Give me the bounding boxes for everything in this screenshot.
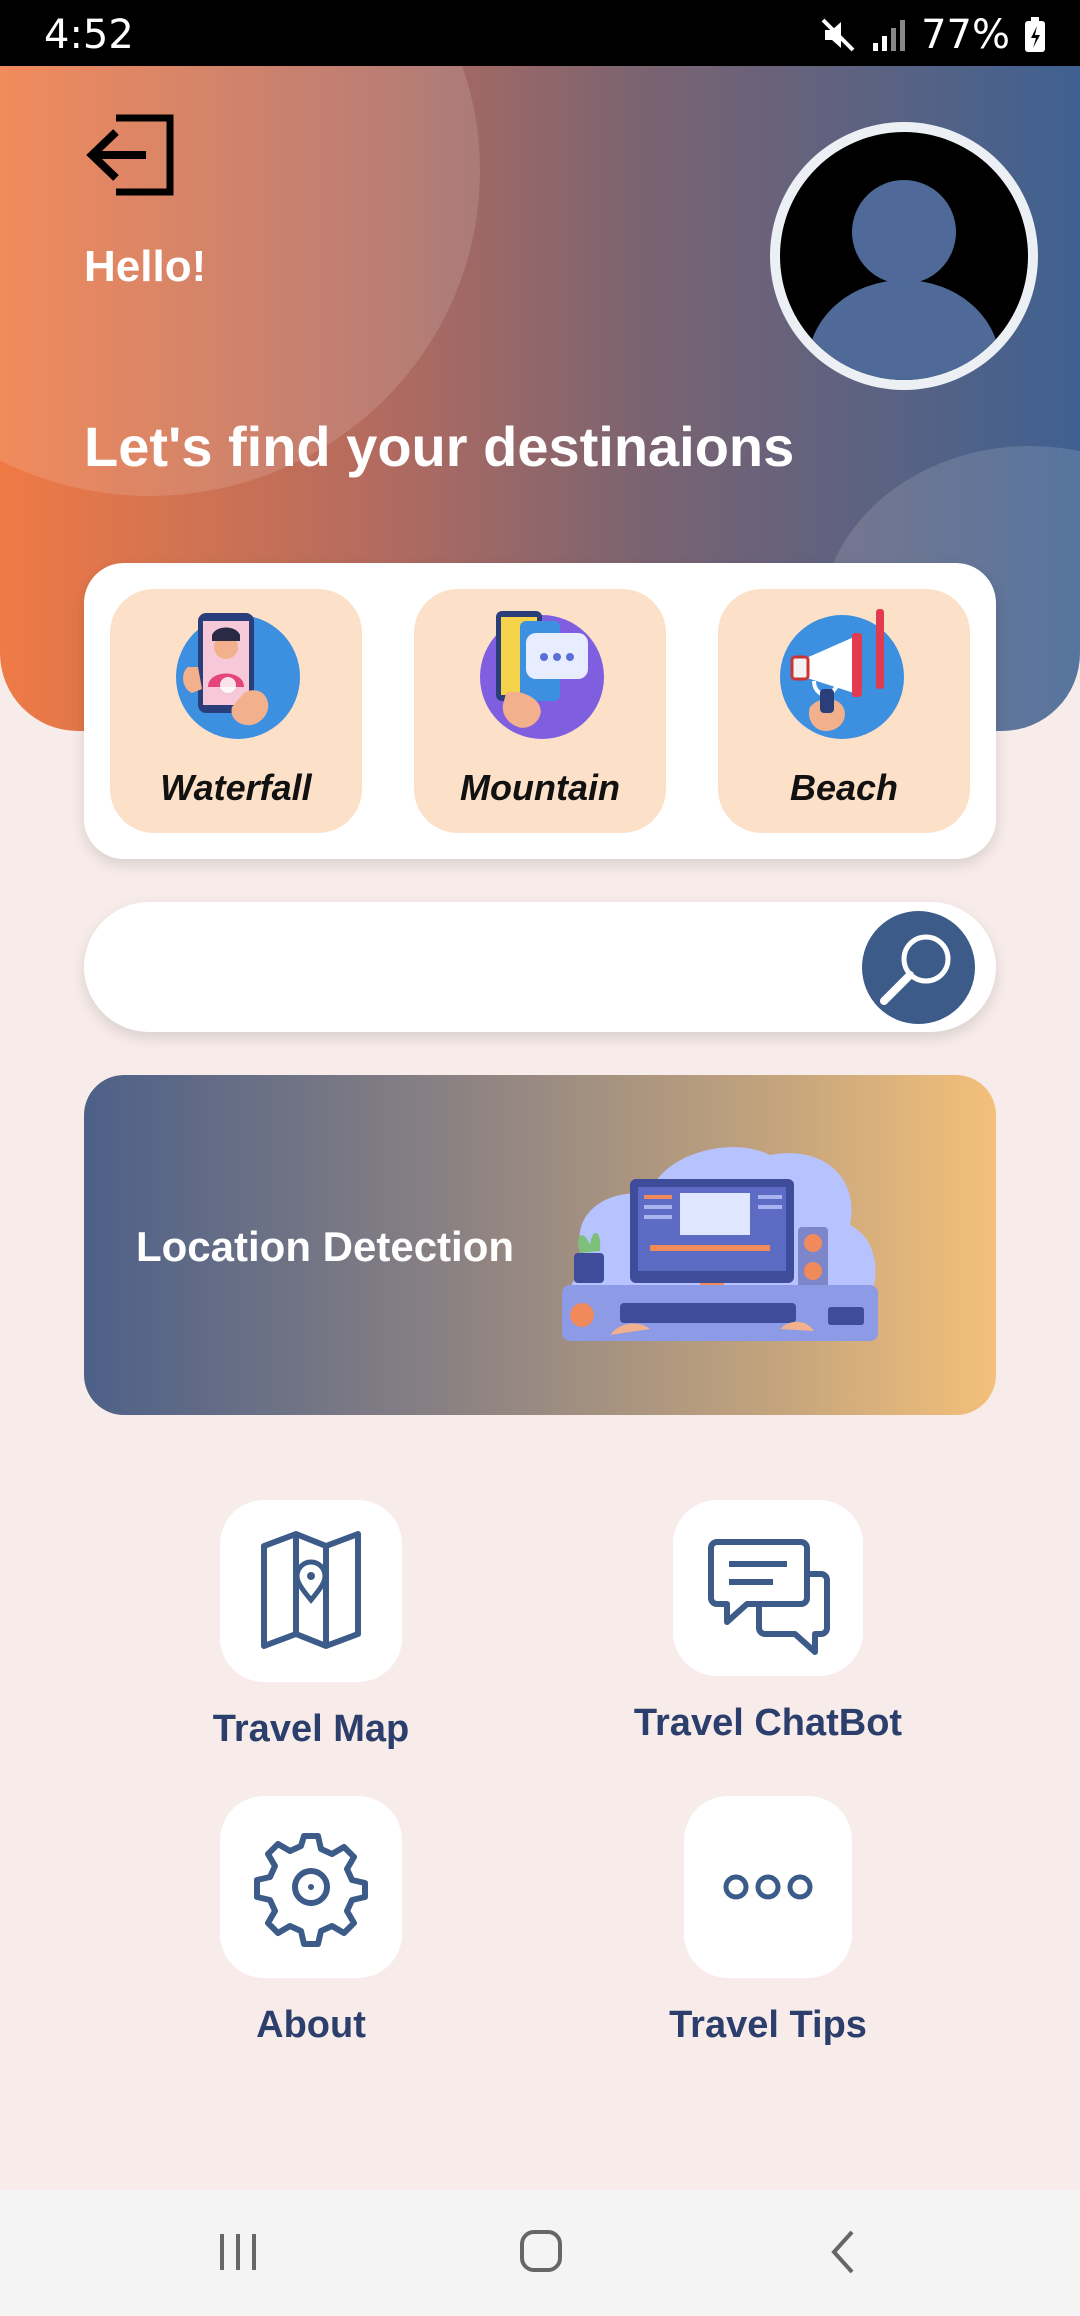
- signal-icon: [873, 20, 906, 51]
- category-label: Waterfall: [160, 767, 312, 808]
- category-label: Mountain: [460, 767, 620, 808]
- mute-icon: [821, 18, 855, 52]
- battery-percent: 77%: [921, 12, 1010, 58]
- recent-apps-icon[interactable]: [216, 2230, 260, 2274]
- chat-icon: [708, 1539, 830, 1655]
- search-input[interactable]: [134, 932, 858, 1004]
- category-label: Beach: [789, 767, 899, 808]
- menu-label: Travel Tips: [669, 2004, 867, 2046]
- battery-charging-icon: [1025, 17, 1045, 52]
- status-time: 4:52: [44, 12, 134, 58]
- gear-icon: [254, 1833, 368, 1947]
- category-mountain[interactable]: Mountain: [414, 589, 666, 833]
- menu-icon-box: [673, 1500, 863, 1676]
- category-beach[interactable]: Beach: [718, 589, 970, 833]
- more-icon: [723, 1874, 813, 1900]
- search-bar: [84, 902, 996, 1032]
- menu-label: About: [256, 2004, 366, 2046]
- home-icon[interactable]: [518, 2228, 564, 2274]
- search-button[interactable]: [862, 911, 975, 1024]
- chat-phone-icon: [480, 611, 604, 739]
- system-nav-bar: [0, 2190, 1080, 2316]
- computer-desk-illustration: [562, 1147, 878, 1341]
- phone-video-icon: [176, 613, 300, 739]
- avatar[interactable]: [770, 122, 1038, 390]
- location-detection-banner[interactable]: Location Detection: [84, 1075, 996, 1415]
- menu-label: Travel Map: [212, 1708, 410, 1750]
- megaphone-icon: [780, 609, 904, 739]
- category-card: Waterfall Mountain Beach: [84, 563, 996, 859]
- menu-icon-box: [684, 1796, 852, 1978]
- map-icon: [261, 1531, 361, 1649]
- greeting: Hello!: [84, 242, 207, 291]
- menu-icon-box: [220, 1796, 402, 1978]
- menu-icon-box: [220, 1500, 402, 1682]
- status-bar: 4:52 77%: [0, 0, 1080, 66]
- user-icon: [808, 180, 1000, 380]
- page-title: Let's find your destinaions: [84, 415, 795, 478]
- search-icon: [880, 934, 951, 1005]
- banner-title: Location Detection: [136, 1223, 515, 1270]
- category-waterfall[interactable]: Waterfall: [110, 589, 362, 833]
- menu-label: Travel ChatBot: [633, 1702, 903, 1744]
- back-icon[interactable]: [826, 2228, 862, 2276]
- logout-icon[interactable]: [86, 112, 178, 198]
